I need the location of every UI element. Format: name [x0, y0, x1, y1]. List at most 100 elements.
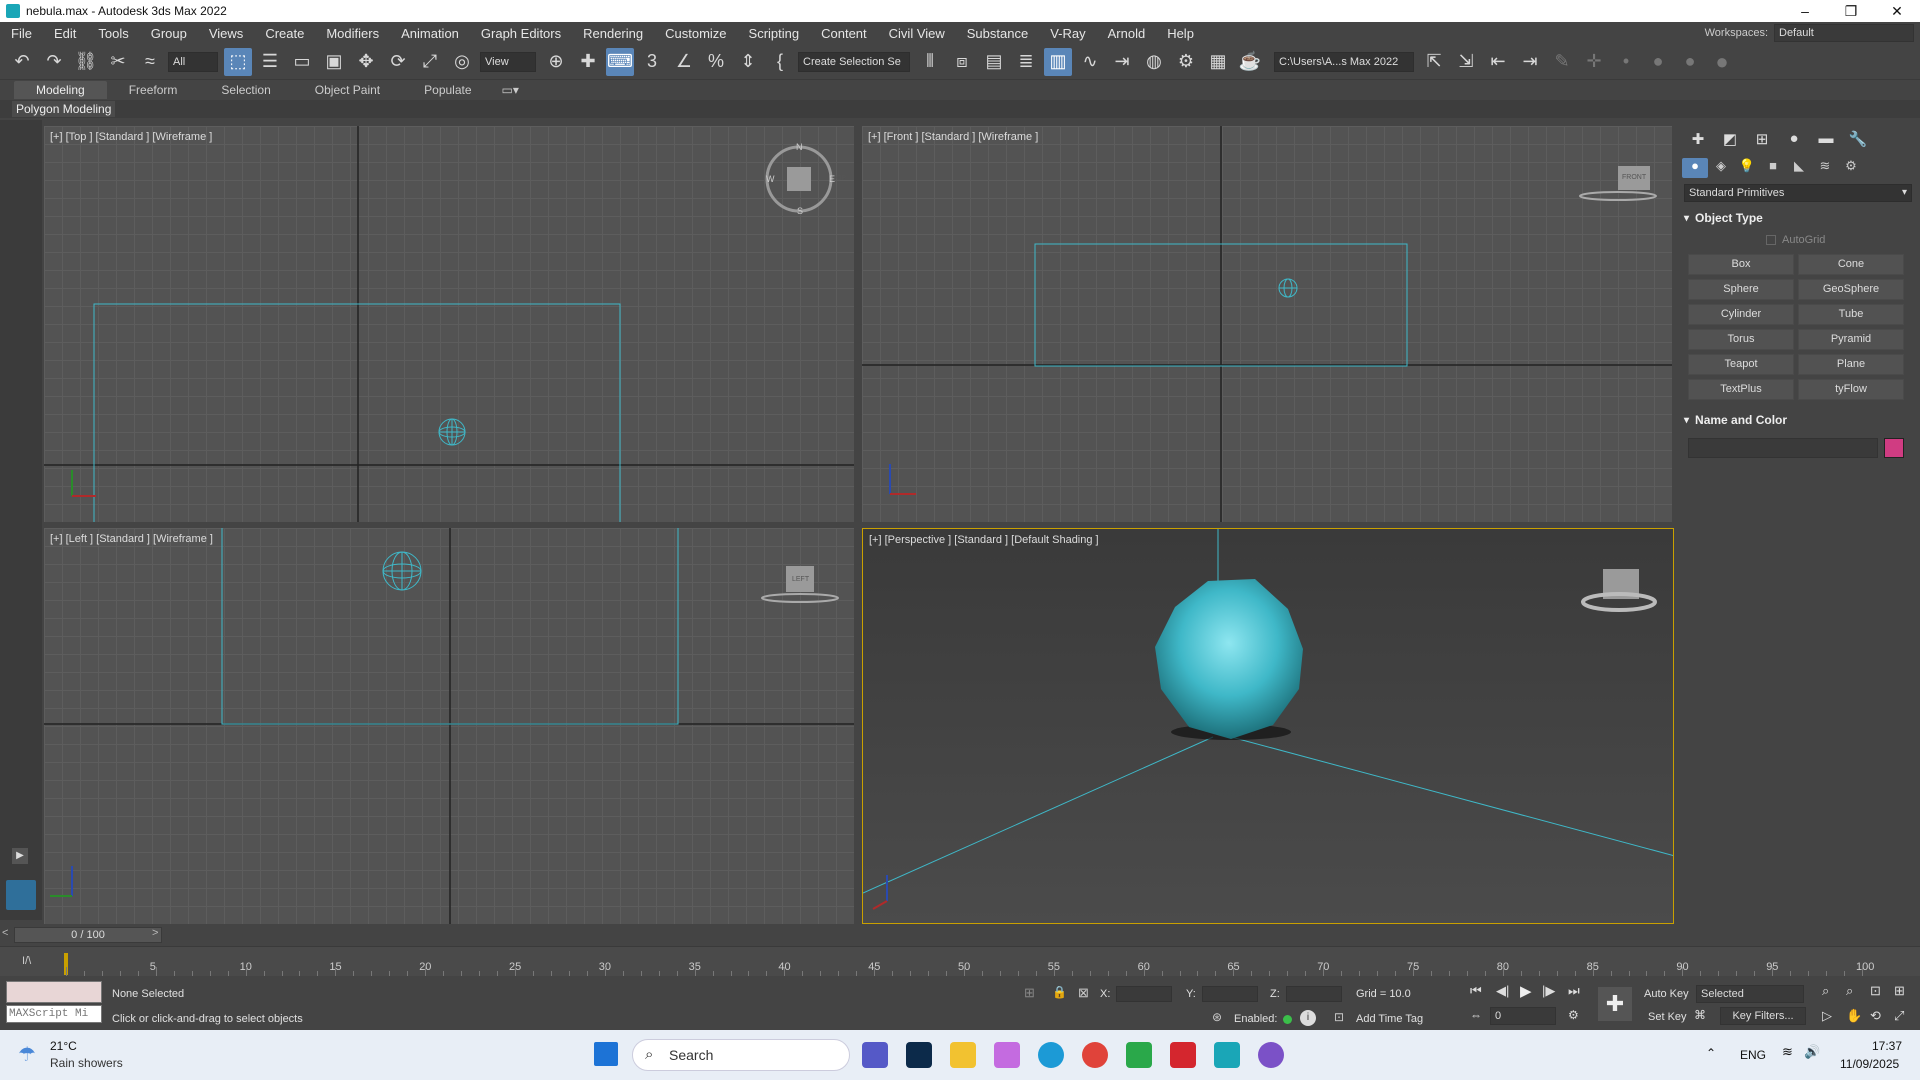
lights-icon[interactable]: 💡: [1734, 158, 1760, 178]
pivot-center-icon[interactable]: ⊕: [542, 48, 570, 76]
prev-frame-arrow-icon[interactable]: <: [2, 927, 8, 939]
zoom-icon[interactable]: ⌕: [1822, 983, 1829, 999]
rendered-frame-icon[interactable]: ▦: [1204, 48, 1232, 76]
percent-snap-icon[interactable]: %: [702, 48, 730, 76]
set-key-button[interactable]: Set Key: [1648, 1011, 1687, 1023]
hierarchy-tab-icon[interactable]: ⊞: [1746, 130, 1778, 152]
track-bar-menu-icon[interactable]: I/\: [22, 955, 31, 967]
geosphere-button[interactable]: GeoSphere: [1798, 279, 1904, 300]
3dsmax-taskbar-icon[interactable]: [1214, 1042, 1240, 1068]
render-setup-icon[interactable]: ⚙: [1172, 48, 1200, 76]
add-time-tag-label[interactable]: Add Time Tag: [1356, 1013, 1423, 1025]
ribbon-options-icon[interactable]: ▭▾: [494, 81, 527, 99]
weather-desc[interactable]: Rain showers: [50, 1056, 123, 1070]
app-green-icon[interactable]: [1126, 1042, 1152, 1068]
key-filters-button[interactable]: Key Filters...: [1720, 1007, 1806, 1025]
dot-icon[interactable]: •: [1612, 48, 1640, 76]
select-manipulate-icon[interactable]: ✚: [574, 48, 602, 76]
teams-icon[interactable]: [862, 1042, 888, 1068]
play-icon[interactable]: ▶: [1520, 982, 1532, 1000]
move-icon[interactable]: ✥: [352, 48, 380, 76]
tab-populate[interactable]: Populate: [402, 81, 493, 99]
menu-graph-editors[interactable]: Graph Editors: [470, 26, 572, 41]
close-button[interactable]: ✕: [1874, 3, 1920, 20]
circle-large-icon[interactable]: ●: [1708, 48, 1736, 76]
time-slider[interactable]: 0 / 100: [14, 927, 162, 943]
selection-filter-dropdown[interactable]: All: [168, 51, 218, 72]
next-frame-icon[interactable]: |▶: [1542, 983, 1555, 999]
menu-civil-view[interactable]: Civil View: [878, 26, 956, 41]
language-indicator[interactable]: ENG: [1740, 1048, 1766, 1062]
circle-small-icon[interactable]: ●: [1644, 48, 1672, 76]
menu-substance[interactable]: Substance: [956, 26, 1039, 41]
open-file-icon[interactable]: ⇱: [1420, 48, 1448, 76]
menu-customize[interactable]: Customize: [654, 26, 737, 41]
menu-group[interactable]: Group: [140, 26, 198, 41]
bind-space-warp-icon[interactable]: ≈: [136, 48, 164, 76]
maxscript-listener[interactable]: [6, 981, 102, 1003]
taskbar-search[interactable]: ⌕ Search: [632, 1039, 850, 1071]
adaptive-degradation-icon[interactable]: ⊛: [1212, 1010, 1222, 1024]
display-tab-icon[interactable]: ▬: [1810, 130, 1842, 152]
viewport-layouts-icon[interactable]: [6, 880, 36, 910]
space-warps-icon[interactable]: ≋: [1812, 158, 1838, 178]
tab-object-paint[interactable]: Object Paint: [293, 81, 402, 99]
circle-medium-icon[interactable]: ●: [1676, 48, 1704, 76]
plane-button[interactable]: Plane: [1798, 354, 1904, 375]
viewport-left[interactable]: [+] [Left ] [Standard ] [Wireframe ] LEF…: [44, 528, 854, 924]
next-frame-arrow-icon[interactable]: >: [152, 927, 158, 939]
select-object-icon[interactable]: ⬚: [224, 47, 252, 76]
pyramid-button[interactable]: Pyramid: [1798, 329, 1904, 350]
utilities-tab-icon[interactable]: 🔧: [1842, 130, 1874, 152]
viewcube-left[interactable]: LEFT: [792, 576, 809, 583]
viewport-perspective[interactable]: [+] [Perspective ] [Standard ] [Default …: [862, 528, 1674, 924]
go-to-end-icon[interactable]: ⏭: [1568, 983, 1580, 999]
workspaces-dropdown[interactable]: Default: [1774, 24, 1914, 42]
isolate-icon[interactable]: ⊞: [1024, 985, 1035, 1001]
menu-create[interactable]: Create: [254, 26, 315, 41]
go-to-start-icon[interactable]: ⏮: [1470, 983, 1482, 999]
weather-temp[interactable]: 21°C: [50, 1039, 77, 1053]
mirror-icon[interactable]: ⫴: [916, 48, 944, 76]
add-icon[interactable]: ✛: [1580, 48, 1608, 76]
fov-icon[interactable]: ▷: [1822, 1008, 1832, 1024]
maximize-button[interactable]: ❐: [1828, 3, 1874, 20]
ribbon-toggle-icon[interactable]: ▥: [1044, 47, 1072, 76]
torus-button[interactable]: Torus: [1688, 329, 1794, 350]
edit-named-selection-icon[interactable]: {: [766, 48, 794, 76]
reference-coord-dropdown[interactable]: View: [480, 51, 536, 72]
start-icon[interactable]: [594, 1042, 618, 1066]
time-tag-info-icon[interactable]: i: [1300, 1010, 1316, 1026]
absolute-mode-icon[interactable]: ⊠: [1078, 985, 1089, 1001]
orbit-icon[interactable]: ⟲: [1870, 1008, 1881, 1024]
scene-explorer-icon[interactable]: ▤: [980, 48, 1008, 76]
scale-icon[interactable]: ⤢: [416, 48, 444, 76]
autogrid-checkbox[interactable]: AutoGrid: [1766, 234, 1920, 246]
key-mode-dropdown[interactable]: Selected: [1696, 985, 1804, 1003]
zoom-all-icon[interactable]: ⌕: [1846, 983, 1853, 999]
add-time-tag-icon[interactable]: ⊡: [1334, 1010, 1344, 1024]
unlink-icon[interactable]: ✂: [104, 48, 132, 76]
curve-editor-icon[interactable]: ∿: [1076, 48, 1104, 76]
wifi-icon[interactable]: ≋: [1782, 1044, 1793, 1060]
viewport-front-label[interactable]: [+] [Front ] [Standard ] [Wireframe ]: [868, 131, 1038, 143]
select-by-name-icon[interactable]: ☰: [256, 48, 284, 76]
current-frame-field[interactable]: 0: [1490, 1007, 1556, 1025]
import-icon[interactable]: ⇤: [1484, 48, 1512, 76]
weather-icon[interactable]: ☂: [18, 1042, 36, 1067]
y-coord-field[interactable]: [1202, 986, 1258, 1002]
window-crossing-icon[interactable]: ▣: [320, 48, 348, 76]
tab-freeform[interactable]: Freeform: [107, 81, 200, 99]
create-tab-icon[interactable]: ✚: [1682, 130, 1714, 152]
systems-icon[interactable]: ⚙: [1838, 158, 1864, 178]
textplus-button[interactable]: TextPlus: [1688, 379, 1794, 400]
material-editor-icon[interactable]: ◍: [1140, 48, 1168, 76]
viewport-top[interactable]: [+] [Top ] [Standard ] [Wireframe ] TOP …: [44, 126, 854, 522]
key-filter-icon[interactable]: ⌘: [1694, 1008, 1706, 1022]
time-config-icon[interactable]: ⚙: [1568, 1008, 1579, 1022]
menu-arnold[interactable]: Arnold: [1097, 26, 1157, 41]
keyboard-shortcut-override-icon[interactable]: ⌨: [606, 47, 634, 76]
polygon-modeling-button[interactable]: Polygon Modeling: [12, 101, 116, 117]
expand-arrow-icon[interactable]: ▶: [12, 848, 28, 864]
geometry-icon[interactable]: ●: [1682, 158, 1708, 178]
